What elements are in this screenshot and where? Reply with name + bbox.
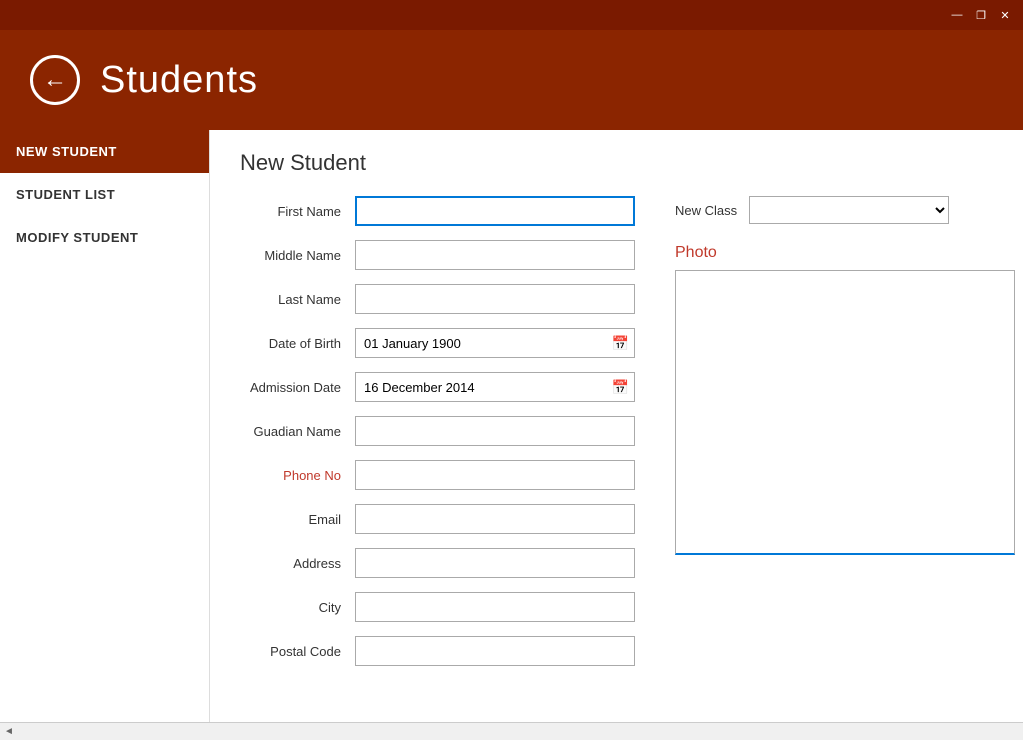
guardian-name-row: Guadian Name xyxy=(240,416,635,446)
last-name-row: Last Name xyxy=(240,284,635,314)
form-right: New Class Photo xyxy=(675,196,1015,680)
page-title: New Student xyxy=(240,150,993,176)
sidebar-item-modify-student[interactable]: MODIFY STUDENT xyxy=(0,216,209,259)
bottom-scrollbar: ◄ xyxy=(0,722,1023,740)
window-controls: — ❐ ✕ xyxy=(947,5,1015,25)
date-of-birth-row: Date of Birth 📅 xyxy=(240,328,635,358)
form-layout: First Name Middle Name Last Name Date of… xyxy=(240,196,993,680)
phone-no-input[interactable] xyxy=(355,460,635,490)
scroll-left-arrow[interactable]: ◄ xyxy=(4,726,14,737)
app-title: Students xyxy=(100,59,258,102)
sidebar-item-new-student[interactable]: NEW STUDENT xyxy=(0,130,209,173)
admission-date-label: Admission Date xyxy=(240,380,355,395)
app-header: ← Students xyxy=(0,30,1023,130)
new-class-label: New Class xyxy=(675,203,737,218)
admission-date-row: Admission Date 📅 xyxy=(240,372,635,402)
main-layout: NEW STUDENT STUDENT LIST MODIFY STUDENT … xyxy=(0,130,1023,722)
postal-code-input[interactable] xyxy=(355,636,635,666)
back-icon: ← xyxy=(43,66,67,94)
city-input[interactable] xyxy=(355,592,635,622)
first-name-input[interactable] xyxy=(355,196,635,226)
email-label: Email xyxy=(240,512,355,527)
maximize-button[interactable]: ❐ xyxy=(971,5,991,25)
content-area: New Student First Name Middle Name Last … xyxy=(210,130,1023,722)
new-class-row: New Class xyxy=(675,196,1015,224)
last-name-label: Last Name xyxy=(240,292,355,307)
middle-name-label: Middle Name xyxy=(240,248,355,263)
form-left: First Name Middle Name Last Name Date of… xyxy=(240,196,635,680)
phone-no-label: Phone No xyxy=(240,468,355,483)
minimize-button[interactable]: — xyxy=(947,5,967,25)
admission-date-wrapper: 📅 xyxy=(355,372,635,402)
phone-no-row: Phone No xyxy=(240,460,635,490)
guardian-name-label: Guadian Name xyxy=(240,424,355,439)
sidebar: NEW STUDENT STUDENT LIST MODIFY STUDENT xyxy=(0,130,210,722)
postal-code-row: Postal Code xyxy=(240,636,635,666)
city-row: City xyxy=(240,592,635,622)
new-class-select[interactable] xyxy=(749,196,949,224)
date-of-birth-label: Date of Birth xyxy=(240,336,355,351)
address-input[interactable] xyxy=(355,548,635,578)
middle-name-row: Middle Name xyxy=(240,240,635,270)
close-button[interactable]: ✕ xyxy=(995,5,1015,25)
back-button[interactable]: ← xyxy=(30,55,80,105)
date-of-birth-wrapper: 📅 xyxy=(355,328,635,358)
email-row: Email xyxy=(240,504,635,534)
admission-date-input[interactable] xyxy=(355,372,635,402)
last-name-input[interactable] xyxy=(355,284,635,314)
title-bar: — ❐ ✕ xyxy=(0,0,1023,30)
guardian-name-input[interactable] xyxy=(355,416,635,446)
date-of-birth-input[interactable] xyxy=(355,328,635,358)
email-input[interactable] xyxy=(355,504,635,534)
photo-box[interactable] xyxy=(675,270,1015,555)
middle-name-input[interactable] xyxy=(355,240,635,270)
sidebar-item-student-list[interactable]: STUDENT LIST xyxy=(0,173,209,216)
photo-label: Photo xyxy=(675,244,1015,262)
city-label: City xyxy=(240,600,355,615)
address-label: Address xyxy=(240,556,355,571)
first-name-label: First Name xyxy=(240,204,355,219)
first-name-row: First Name xyxy=(240,196,635,226)
address-row: Address xyxy=(240,548,635,578)
postal-code-label: Postal Code xyxy=(240,644,355,659)
